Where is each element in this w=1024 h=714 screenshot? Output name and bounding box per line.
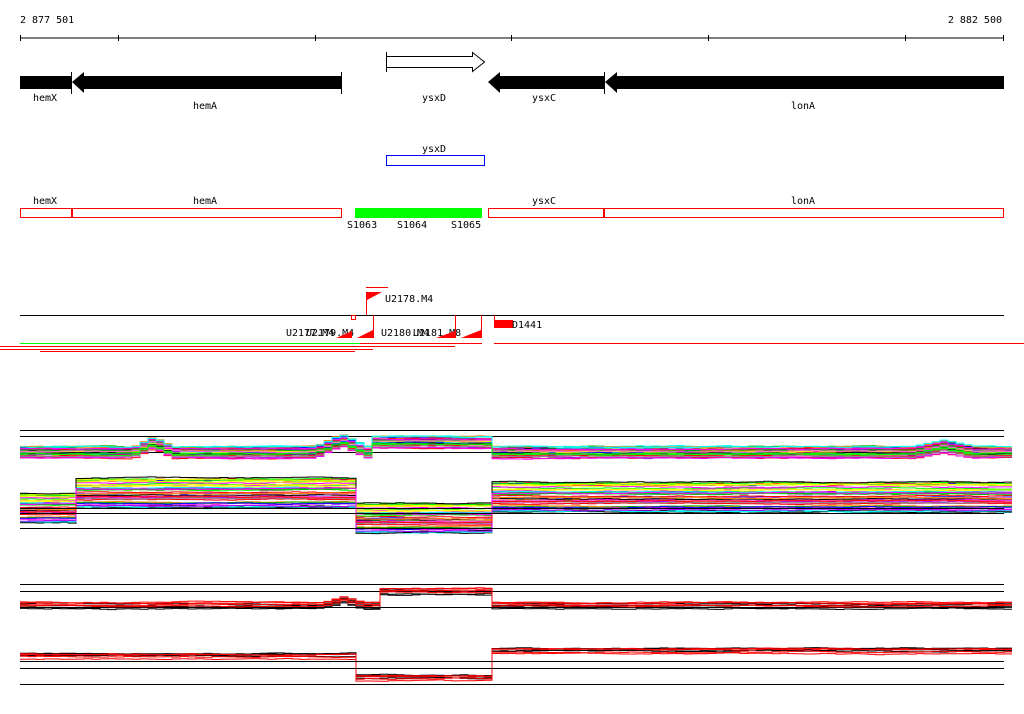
gene-ysxD[interactable]: ysxD xyxy=(386,51,486,104)
annotation-ysxD[interactable]: ysxD xyxy=(386,144,485,166)
segment-hemX-hemA[interactable] xyxy=(20,208,342,218)
gene-hemA[interactable]: hemA xyxy=(72,72,342,112)
feature-U2178[interactable]: U2178.M4 xyxy=(366,292,434,315)
svg-text:hemX: hemX xyxy=(33,196,57,207)
svg-text:ysxD: ysxD xyxy=(422,144,446,155)
svg-text:hemA: hemA xyxy=(193,196,217,207)
svg-text:ysxC: ysxC xyxy=(532,93,556,104)
svg-text:S1065: S1065 xyxy=(451,220,481,231)
svg-text:lonA: lonA xyxy=(791,101,815,112)
profile-trace xyxy=(20,587,1012,604)
feature-D1441[interactable]: D1441 xyxy=(494,320,542,331)
svg-text:lonA: lonA xyxy=(791,196,815,207)
profile-trace xyxy=(20,500,1012,528)
segment-track: hemX hemA ysxC lonA S1063 S1064 S1065 xyxy=(20,196,1004,231)
svg-text:D1441: D1441 xyxy=(512,320,542,331)
gene-track: hemX hemA ysxD ysxC lonA xyxy=(20,51,1004,112)
svg-text:ysxD: ysxD xyxy=(422,93,446,104)
svg-text:hemA: hemA xyxy=(193,101,217,112)
gene-ysxC[interactable]: ysxC xyxy=(488,72,605,104)
gene-lonA[interactable]: lonA xyxy=(605,72,1004,112)
genome-browser-view: 2 877 501 2 882 500 hemX hemA ysxD ysxC … xyxy=(0,0,1024,714)
expression-profiles xyxy=(20,430,1012,685)
svg-text:S1064: S1064 xyxy=(397,220,427,231)
ruler-end-label: 2 882 500 xyxy=(948,15,1002,26)
segment-ysxC-lonA[interactable] xyxy=(488,208,1004,218)
svg-text:ysxC: ysxC xyxy=(532,196,556,207)
svg-text:hemX: hemX xyxy=(33,93,57,104)
coordinate-ruler: 2 877 501 2 882 500 xyxy=(20,15,1004,41)
profile-trace xyxy=(20,504,1012,533)
feature-track: U2178.M4 U2177.M4 U2179.M4 U2180.M4 U218… xyxy=(0,287,1024,352)
gene-hemX[interactable]: hemX xyxy=(20,72,72,104)
segment-highlight[interactable] xyxy=(355,208,482,218)
profile-trace xyxy=(20,648,1012,678)
ruler-start-label: 2 877 501 xyxy=(20,15,74,26)
svg-text:U2178.M4: U2178.M4 xyxy=(385,294,433,305)
genome-tracks: 2 877 501 2 882 500 hemX hemA ysxD ysxC … xyxy=(0,15,1024,685)
svg-text:S1063: S1063 xyxy=(347,220,377,231)
